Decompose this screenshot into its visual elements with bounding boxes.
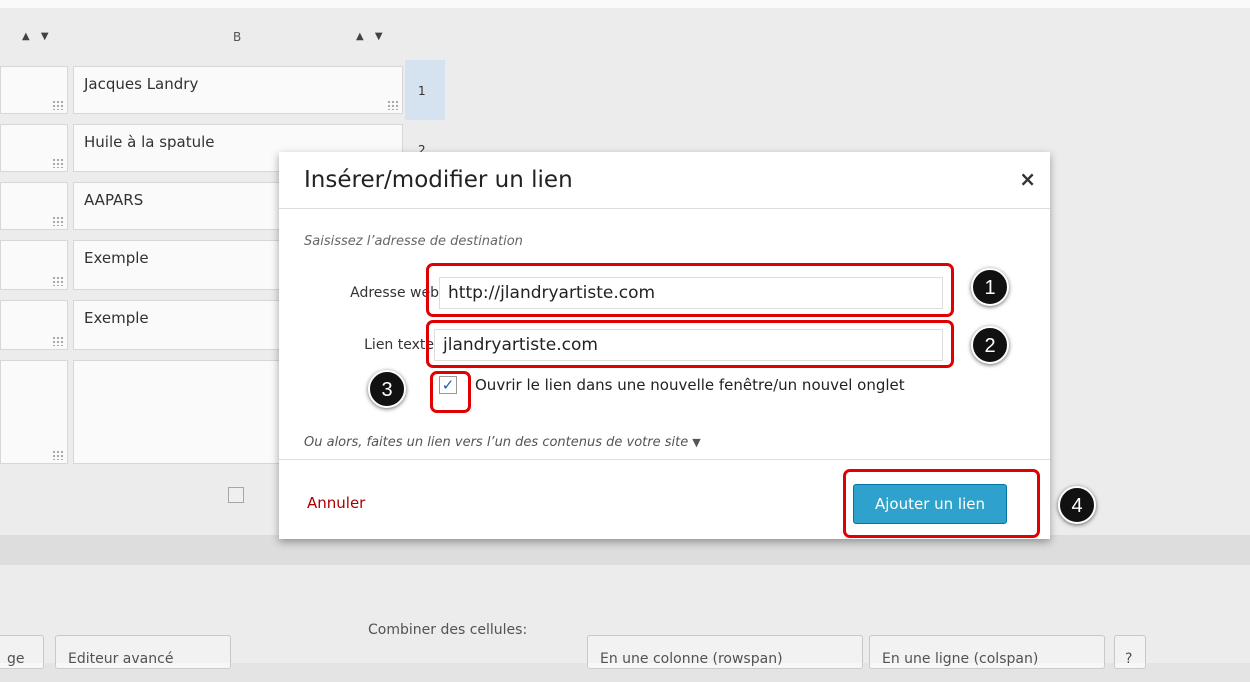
dialog-title: Insérer/modifier un lien bbox=[304, 167, 573, 193]
step-badge-1: 1 bbox=[971, 268, 1009, 306]
dialog-footer-divider bbox=[279, 459, 1050, 460]
step-badge-3: 3 bbox=[368, 370, 406, 408]
new-tab-label: Ouvrir le lien dans une nouvelle fenêtre… bbox=[475, 376, 905, 394]
step-badge-4: 4 bbox=[1058, 486, 1096, 524]
url-label: Adresse web bbox=[350, 285, 439, 301]
dialog-divider bbox=[279, 208, 1050, 209]
highlight-url-input bbox=[426, 263, 954, 317]
highlight-link-text bbox=[426, 320, 954, 368]
highlight-checkbox bbox=[430, 371, 471, 413]
link-text-label: Lien texte bbox=[364, 337, 434, 353]
highlight-add-link bbox=[843, 469, 1040, 538]
chevron-down-icon: ▼ bbox=[692, 436, 701, 449]
cancel-link[interactable]: Annuler bbox=[307, 494, 365, 512]
existing-content-text: Ou alors, faites un lien vers l’un des c… bbox=[304, 435, 689, 450]
destination-hint: Saisissez l’adresse de destination bbox=[304, 234, 523, 249]
step-badge-2: 2 bbox=[971, 326, 1009, 364]
existing-content-toggle[interactable]: Ou alors, faites un lien vers l’un des c… bbox=[304, 435, 701, 450]
close-icon[interactable]: × bbox=[1019, 167, 1036, 191]
